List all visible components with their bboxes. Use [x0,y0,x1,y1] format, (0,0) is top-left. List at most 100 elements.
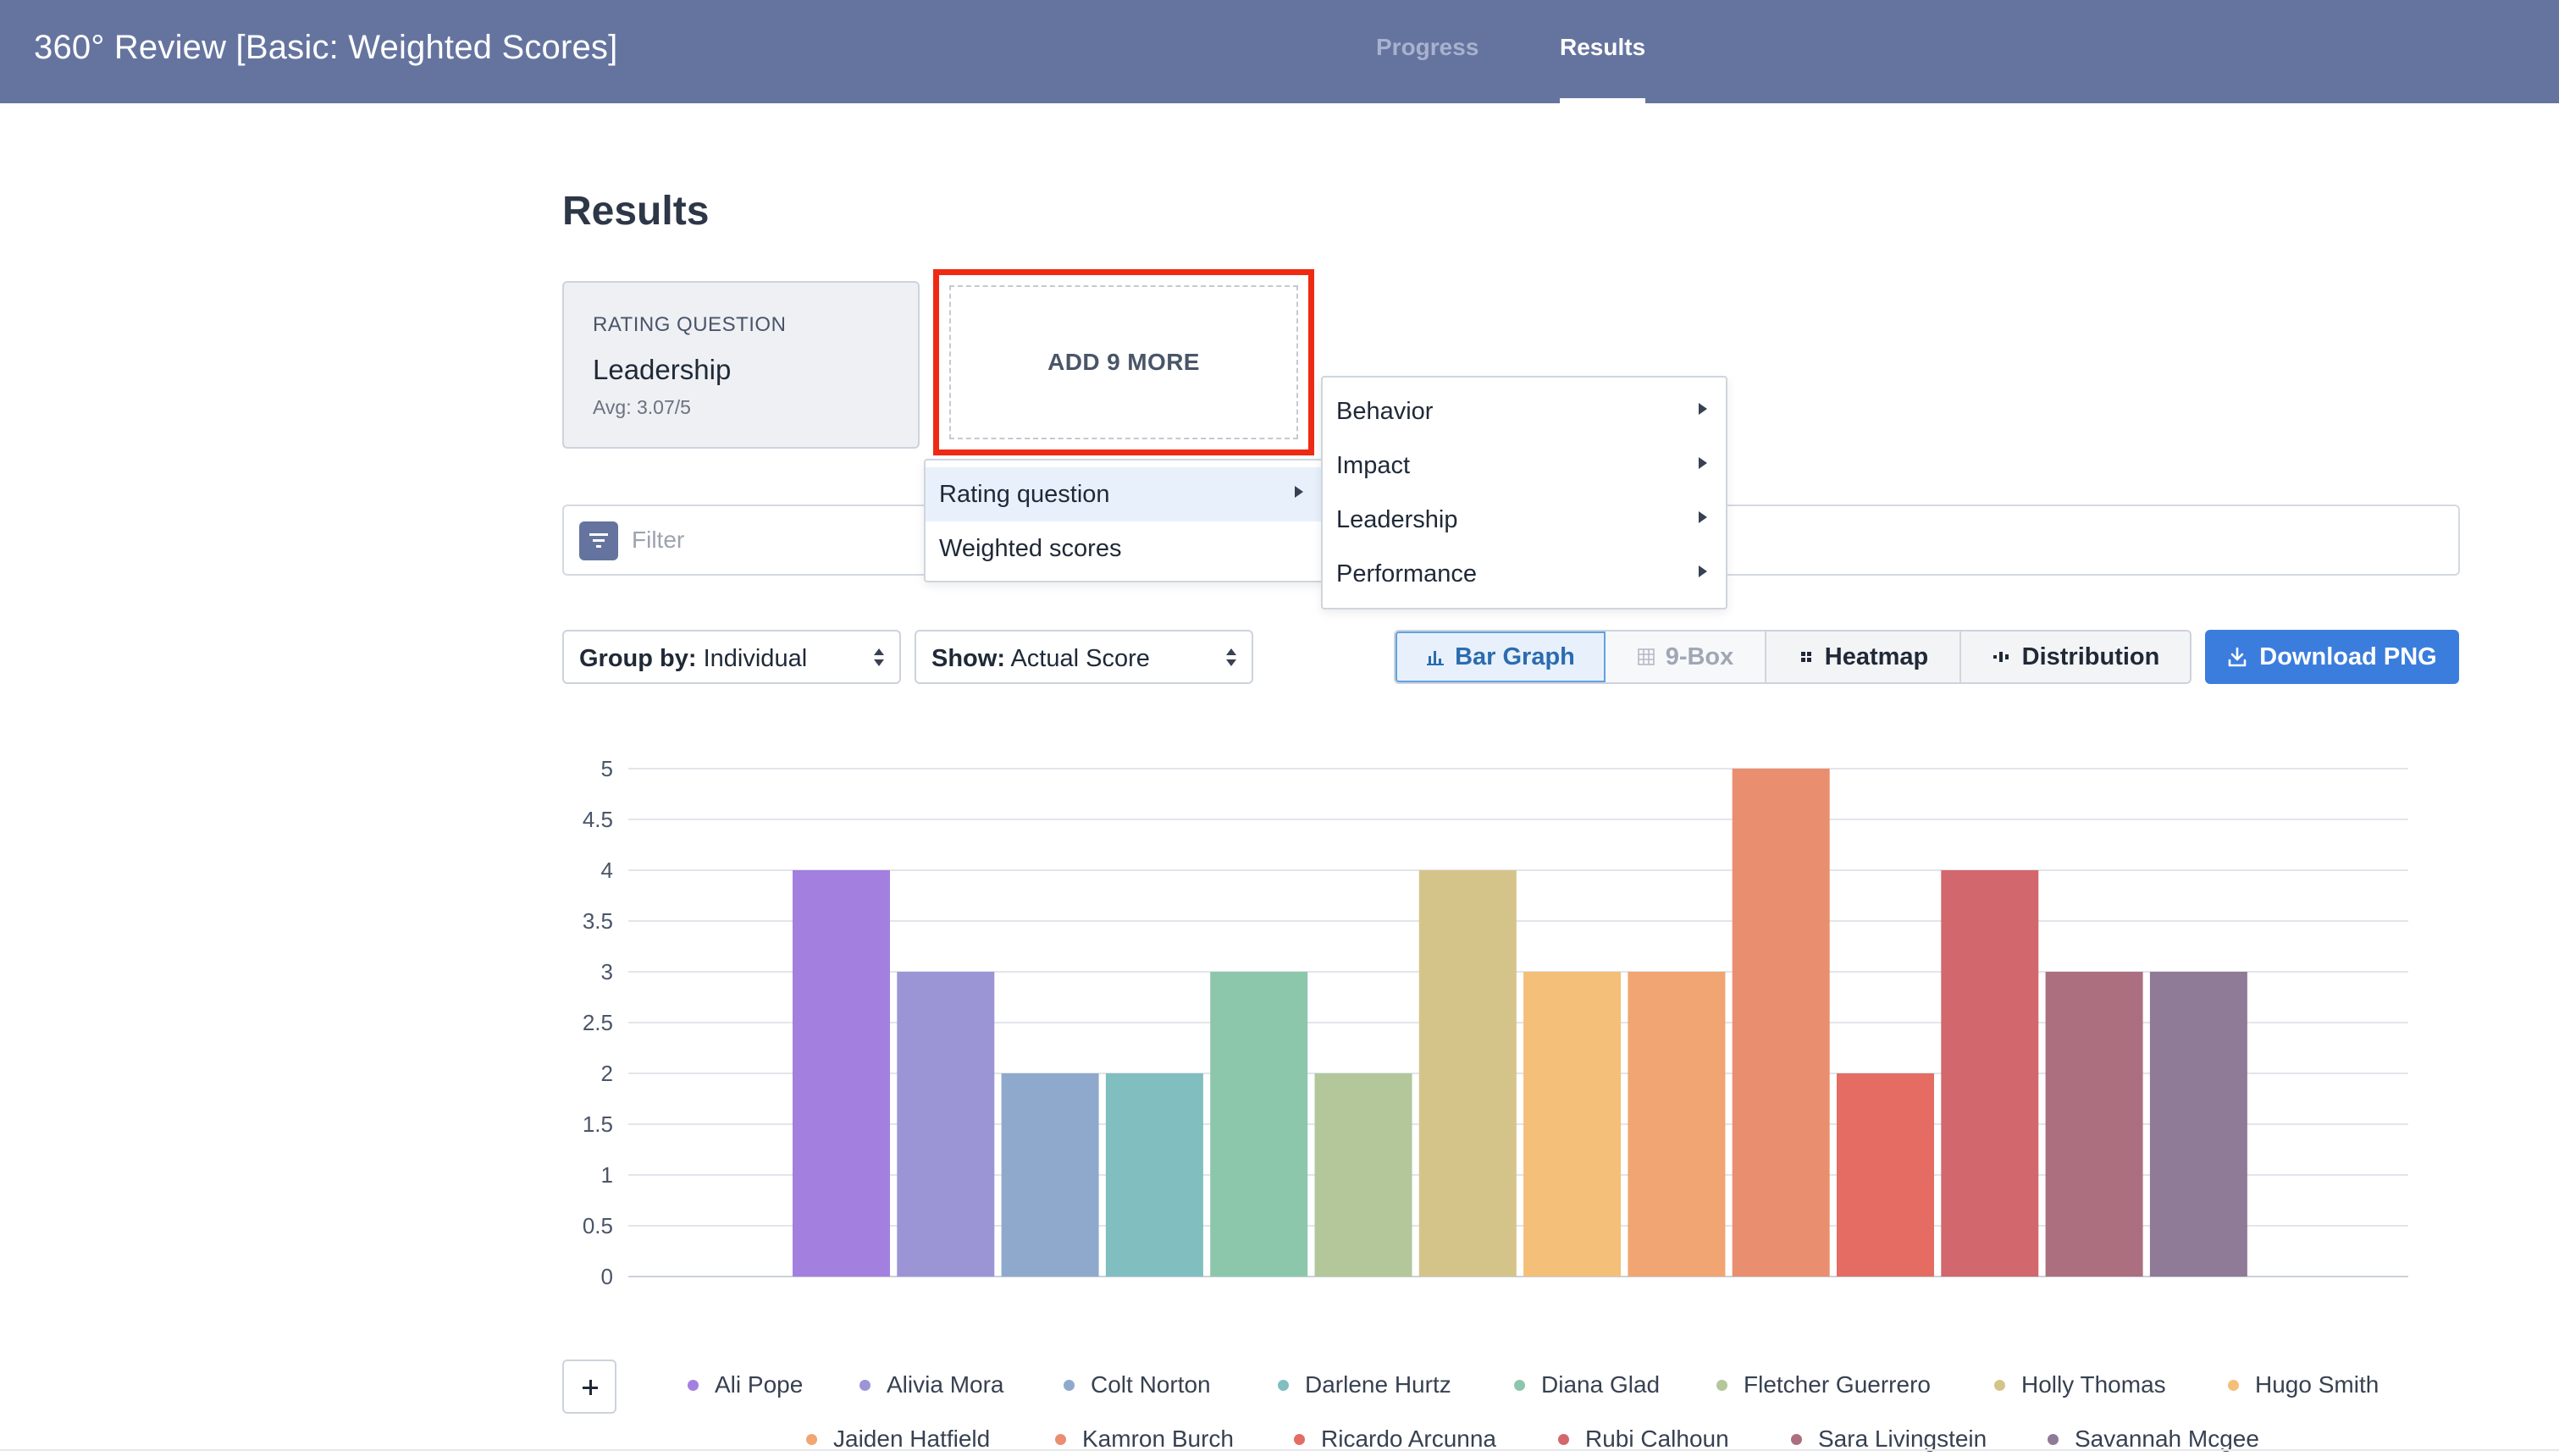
select-arrows-icon [1226,648,1236,667]
legend-label: Darlene Hurtz [1305,1371,1451,1398]
bar-colt-norton[interactable] [1001,1073,1099,1277]
select-arrows-icon [874,648,884,667]
add-question-menu: Rating question Weighted scores [924,459,1324,582]
legend-label: Holly Thomas [2021,1371,2166,1398]
group-by-select[interactable]: Group by: Individual [562,630,901,684]
legend-swatch [1055,1434,1066,1445]
menu-item-rating-question[interactable]: Rating question [926,467,1322,521]
y-tick-label: 3.5 [583,908,613,934]
group-by-prefix: Group by: [579,645,697,672]
legend-swatch [1994,1380,2005,1391]
group-by-text: Group by: Individual [579,645,807,673]
legend-swatch [1558,1434,1569,1445]
submenu-arrow-icon [1699,565,1707,577]
distribution-label: Distribution [2021,643,2160,670]
y-tick-label: 1 [601,1162,613,1188]
legend-swatch [2228,1380,2239,1391]
legend-swatch [1791,1434,1802,1445]
app-title: 360° Review [Basic: Weighted Scores] [34,29,618,66]
nine-box-label: 9-Box [1665,643,1734,670]
add-more-highlight: ADD 9 MORE [933,269,1314,455]
legend-label: Colt Norton [1091,1371,1211,1398]
bar-darlene-hurtz[interactable] [1105,1073,1203,1277]
bar-ricardo-arcunna[interactable] [1837,1073,1934,1277]
bar-kamron-burch[interactable] [1732,769,1830,1277]
nine-box-button[interactable]: 9-Box [1606,631,1766,682]
legend-label: Ali Pope [715,1371,804,1398]
y-tick-label: 3 [601,959,613,984]
bar-graph-label: Bar Graph [1455,643,1575,670]
top-bar: 360° Review [Basic: Weighted Scores] Pro… [0,0,2559,103]
submenu-item-impact[interactable]: Impact [1323,438,1726,493]
y-tick-label: 5 [601,756,613,781]
submenu-arrow-icon [1295,486,1303,498]
submenu-arrow-icon [1699,511,1707,523]
submenu-arrow-icon [1699,403,1707,415]
download-label: Download PNG [2259,643,2437,670]
show-select[interactable]: Show: Actual Score [915,630,1253,684]
legend-swatch [1064,1380,1075,1391]
distribution-button[interactable]: Distribution [1961,631,2190,682]
menu-item-label: Rating question [939,481,1110,508]
legend-label: Hugo Smith [2255,1371,2379,1398]
download-icon [2228,647,2247,667]
filter-icon[interactable] [579,521,618,560]
submenu-item-label: Leadership [1336,506,1458,533]
legend-label: Fletcher Guerrero [1744,1371,1931,1398]
bar-holly-thomas[interactable] [1418,870,1517,1277]
submenu-item-behavior[interactable]: Behavior [1323,384,1726,438]
y-tick-label: 4.5 [583,807,613,832]
bar-ali-pope[interactable] [793,870,890,1277]
tab-results[interactable]: Results [1560,34,1645,61]
add-series-button[interactable] [562,1359,616,1414]
show-value: Actual Score [1010,645,1150,672]
question-name: Leadership [593,354,732,385]
bar-fletcher-guerrero[interactable] [1314,1073,1412,1277]
heatmap-icon [1800,652,1811,662]
y-tick-label: 1.5 [583,1111,613,1137]
y-tick-label: 0.5 [583,1213,613,1238]
submenu-item-leadership[interactable]: Leadership [1323,493,1726,547]
legend-swatch [1294,1434,1305,1445]
bar-graph-button[interactable]: Bar Graph [1396,631,1606,682]
bar-chart: 0 0.5 1 1.5 2 2.5 3 3.5 4 4.5 5 [583,756,2408,1289]
bar-rubi-calhoun[interactable] [1941,870,2039,1277]
legend-label: Alivia Mora [887,1371,1004,1398]
add-more-button[interactable]: ADD 9 MORE [949,285,1298,439]
legend-swatch [688,1380,699,1391]
submenu-arrow-icon [1699,457,1707,469]
y-tick-label: 2 [601,1061,613,1086]
download-png-button[interactable]: Download PNG [2205,630,2459,684]
legend-swatch [859,1380,871,1391]
bar-jaiden-hatfield[interactable] [1628,972,1726,1277]
show-text: Show: Actual Score [931,645,1150,673]
submenu-item-label: Performance [1336,560,1478,587]
bar-hugo-smith[interactable] [1523,972,1622,1277]
legend-swatch [806,1434,817,1445]
distribution-icon [1992,652,2009,662]
legend-swatch [1278,1380,1289,1391]
y-tick-label: 2.5 [583,1010,613,1035]
menu-item-weighted-scores[interactable]: Weighted scores [926,521,1322,576]
filter-input[interactable]: Filter [632,527,684,554]
legend-swatch [2048,1434,2059,1445]
submenu-item-label: Behavior [1336,398,1434,425]
bar-alivia-mora[interactable] [897,972,995,1277]
y-tick-label: 4 [601,858,613,883]
active-tab-indicator [1560,98,1645,103]
grid-icon [1637,648,1655,665]
legend-label: Diana Glad [1541,1371,1661,1398]
submenu-item-performance[interactable]: Performance [1323,547,1726,601]
bar-diana-glad[interactable] [1210,972,1308,1277]
heatmap-button[interactable]: Heatmap [1766,631,1961,682]
heatmap-label: Heatmap [1824,643,1929,670]
bar-savannah-mcgee[interactable] [2149,972,2247,1277]
tab-progress[interactable]: Progress [1376,34,1478,61]
legend-swatch [1716,1380,1727,1391]
bar-sara-livingstein[interactable] [2045,972,2143,1277]
question-average: Avg: 3.07/5 [593,396,691,418]
question-card[interactable]: RATING QUESTION Leadership Avg: 3.07/5 [562,281,920,449]
group-by-value: Individual [703,645,808,672]
page-title: Results [562,189,710,234]
show-prefix: Show: [931,645,1005,672]
